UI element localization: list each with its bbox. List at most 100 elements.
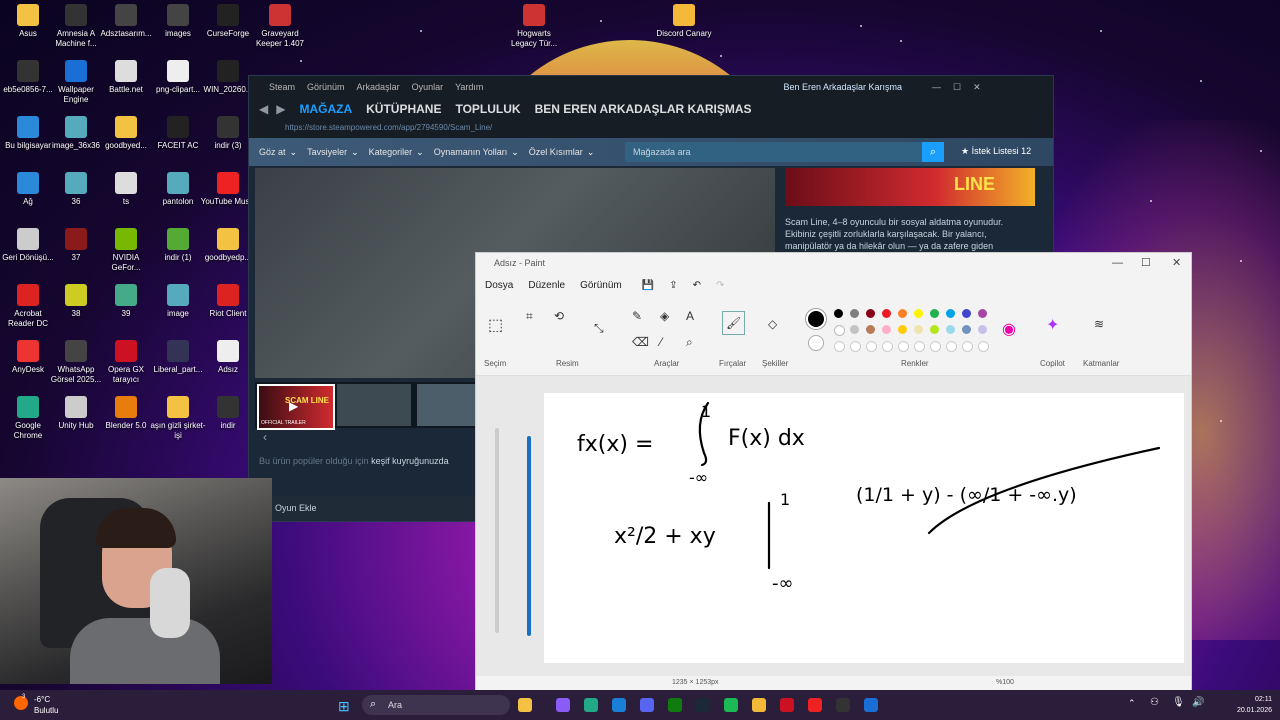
color-swatch[interactable] <box>962 309 971 318</box>
tab-store[interactable]: MAĞAZA <box>299 102 352 116</box>
file-explorer-icon[interactable] <box>518 698 532 712</box>
edit-colors-icon[interactable]: ◉ <box>1002 319 1016 339</box>
search-icon[interactable]: ⌕ <box>922 142 944 162</box>
tab-community[interactable]: TOPLULUK <box>455 102 520 116</box>
desktop-icon[interactable]: image_36x36 <box>48 116 104 151</box>
custom-color-slot[interactable] <box>946 341 957 352</box>
menu-view[interactable]: Görünüm <box>580 280 622 291</box>
trailer-thumbnail[interactable]: SCAM LINE OFFICIAL TRAILER ▶ <box>257 384 335 430</box>
desktop-icon[interactable]: image <box>150 284 206 319</box>
desktop-icon[interactable]: WhatsApp Görsel 2025... <box>48 340 104 385</box>
desktop-icon[interactable]: CurseForge <box>200 4 256 39</box>
desktop-icon[interactable]: pantolon <box>150 172 206 207</box>
desktop-icon[interactable]: aşın gizli şirket-işi <box>150 396 206 441</box>
desktop-icon[interactable]: 36 <box>48 172 104 207</box>
desktop-icon[interactable]: Graveyard Keeper 1.407 <box>252 4 308 49</box>
color-swatch[interactable] <box>946 309 955 318</box>
desktop-icon[interactable]: Unity Hub <box>48 396 104 431</box>
mic-icon[interactable]: 🎙 <box>1172 697 1185 708</box>
edge-icon[interactable] <box>612 698 626 712</box>
brush-icon[interactable]: 🖌 <box>722 311 746 335</box>
color-swatch[interactable] <box>898 325 907 334</box>
start-icon[interactable]: ⊞ <box>338 698 350 715</box>
desktop-icon[interactable]: 39 <box>98 284 154 319</box>
maximize-icon[interactable]: ☐ <box>953 82 961 93</box>
wishlist-button[interactable]: ★ İstek Listesi 12 <box>961 146 1031 157</box>
network-icon[interactable]: ⚇ <box>1150 697 1159 708</box>
store-menu-ways-to-play[interactable]: Oynamanın Yolları <box>434 147 508 157</box>
minimize-icon[interactable]: — <box>1112 253 1123 273</box>
fill-icon[interactable]: ◈ <box>660 309 669 323</box>
add-game-button[interactable]: Oyun Ekle <box>249 496 489 521</box>
custom-color-slot[interactable] <box>866 341 877 352</box>
opacity-slider[interactable] <box>527 436 531 636</box>
magnifier-icon[interactable]: ⌕ <box>686 335 693 350</box>
steam-account-name[interactable]: Ben Eren Arkadaşlar Karışma <box>783 82 902 92</box>
volume-icon[interactable]: 🔊 <box>1192 697 1204 708</box>
desktop-icon[interactable]: Adsztasarım... <box>98 4 154 39</box>
desktop-icon[interactable]: 38 <box>48 284 104 319</box>
color-swatch[interactable] <box>914 309 923 318</box>
taskbar-search-input[interactable]: Ara <box>362 695 510 715</box>
menu-file[interactable]: Dosya <box>485 280 513 291</box>
thumbnail-prev-icon[interactable]: ‹ <box>263 430 267 444</box>
copilot-icon[interactable] <box>556 698 570 712</box>
eraser-icon[interactable]: ⌫ <box>632 335 649 349</box>
drawing-canvas[interactable]: fx(x) = 1 -∞ F(x) dx x²/2 + xy 1 -∞ (1/1… <box>544 393 1184 663</box>
copilot-icon[interactable]: ✦ <box>1046 315 1059 335</box>
xbox-icon[interactable] <box>668 698 682 712</box>
color-swatch[interactable] <box>866 309 875 318</box>
forward-icon[interactable]: ▶ <box>276 102 285 116</box>
brush-size-slider[interactable] <box>495 428 499 633</box>
store-menu-browse[interactable]: Göz at <box>259 147 286 157</box>
spotify-icon[interactable] <box>724 698 738 712</box>
crop-icon[interactable]: ⌗ <box>526 309 533 324</box>
custom-color-slot[interactable] <box>898 341 909 352</box>
desktop-icon[interactable]: Amnesia A Machine f... <box>48 4 104 49</box>
desktop-icon[interactable]: Battle.net <box>98 60 154 95</box>
color-swatch[interactable] <box>930 325 939 334</box>
color-swatch[interactable] <box>978 309 987 318</box>
color-swatch[interactable] <box>914 325 923 334</box>
desktop-icon[interactable]: Discord Canary <box>656 4 712 39</box>
steam-menu-friends[interactable]: Arkadaşlar <box>357 82 400 92</box>
obs-icon[interactable] <box>836 698 850 712</box>
text-icon[interactable]: A <box>686 309 694 323</box>
custom-color-slot[interactable] <box>962 341 973 352</box>
save-icon[interactable]: 💾 <box>642 280 654 291</box>
youtube-music-icon[interactable] <box>808 698 822 712</box>
color-swatch[interactable] <box>882 325 891 334</box>
tab-profile[interactable]: BEN EREN ARKADAŞLAR KARIŞMAS <box>535 102 752 116</box>
steam-menu-games[interactable]: Oyunlar <box>412 82 444 92</box>
custom-color-slot[interactable] <box>850 341 861 352</box>
custom-color-slot[interactable] <box>882 341 893 352</box>
close-icon[interactable]: ✕ <box>1172 253 1181 273</box>
weather-widget[interactable]: -6°C Bulutlu <box>34 694 58 716</box>
desktop-icon[interactable]: images <box>150 4 206 39</box>
popular-link[interactable]: keşif kuyruğunuzda <box>371 456 449 466</box>
color-swatch[interactable] <box>850 325 859 334</box>
maximize-icon[interactable]: ☐ <box>1141 253 1151 273</box>
weather-icon[interactable] <box>14 696 28 710</box>
discord-canary-icon[interactable] <box>752 698 766 712</box>
menu-edit[interactable]: Düzenle <box>528 280 565 291</box>
discord-icon[interactable] <box>640 698 654 712</box>
screenshot-thumbnail[interactable] <box>337 384 411 426</box>
desktop-icon[interactable]: goodbyed... <box>98 116 154 151</box>
layers-icon[interactable]: ≋ <box>1094 317 1104 331</box>
store-menu-categories[interactable]: Kategoriler <box>369 147 413 157</box>
color-swatch[interactable] <box>978 325 987 334</box>
color-swatch[interactable] <box>882 309 891 318</box>
custom-color-slot[interactable] <box>978 341 989 352</box>
color-swatch[interactable] <box>834 325 845 336</box>
store-menu-special[interactable]: Özel Kısımlar <box>529 147 583 157</box>
tab-library[interactable]: KÜTÜPHANE <box>366 102 441 116</box>
close-icon[interactable]: ✕ <box>973 82 981 93</box>
desktop-icon[interactable]: 37 <box>48 228 104 263</box>
desktop-icon[interactable]: FACEIT AC <box>150 116 206 151</box>
back-icon[interactable]: ◀ <box>259 102 268 116</box>
resize-icon[interactable]: ⤡ <box>594 321 604 336</box>
desktop-icon[interactable]: Hogwarts Legacy Tür... <box>506 4 562 49</box>
taskbar-clock[interactable]: 02:11 20.01.2026 <box>1220 694 1272 716</box>
color-swatch[interactable] <box>850 309 859 318</box>
